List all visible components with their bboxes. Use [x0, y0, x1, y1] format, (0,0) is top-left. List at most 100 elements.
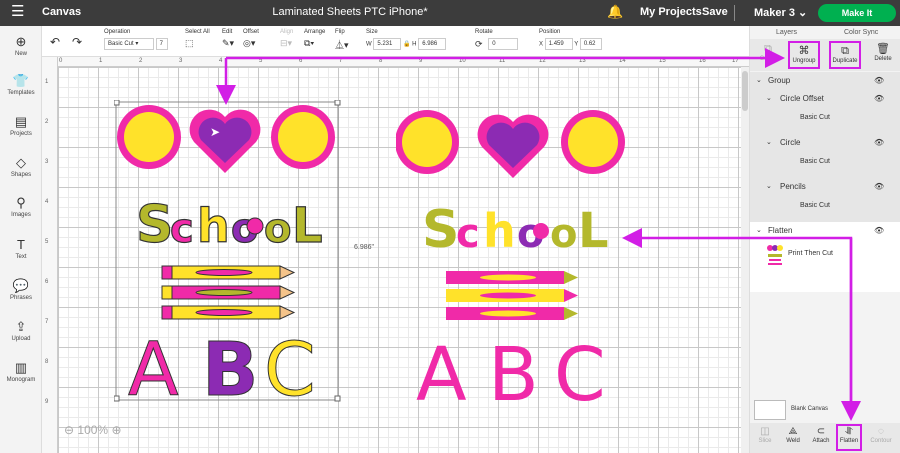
- ruler-tick: 1: [45, 79, 49, 85]
- school-design-group-selected[interactable]: S c h o o L A B C ➤: [114, 100, 342, 402]
- sidebar-item-text[interactable]: T Text: [0, 238, 42, 261]
- pencils: [161, 265, 296, 320]
- my-projects-link[interactable]: My Projects: [640, 6, 702, 18]
- redo-icon[interactable]: ↷: [72, 35, 82, 49]
- apple-icon: [246, 217, 264, 235]
- eye-icon[interactable]: 👁: [874, 182, 884, 191]
- action-label: Ungroup: [792, 58, 816, 64]
- layer-actions: ⧉ Group ⌘ Ungroup ⧉ Duplicate 🗑 Delete: [750, 39, 900, 71]
- layer-pencils[interactable]: Pencils: [780, 182, 806, 191]
- selection-handle: [334, 100, 341, 106]
- weld-icon: ⟁: [788, 426, 798, 437]
- y-input[interactable]: 0.62: [579, 38, 602, 50]
- layer-circle[interactable]: Circle: [780, 138, 800, 147]
- sidebar-item-label: Phrases: [9, 295, 32, 301]
- vertical-scrollbar[interactable]: [741, 67, 749, 453]
- eye-icon[interactable]: 👁: [874, 94, 884, 103]
- arrange-icon[interactable]: ⧉▾: [304, 38, 314, 49]
- undo-icon[interactable]: ↶: [50, 35, 60, 49]
- x-input[interactable]: 1.459: [544, 38, 573, 50]
- chevron-down-icon[interactable]: ⌄: [766, 182, 772, 190]
- ruler-tick: 9: [419, 58, 423, 64]
- layers-panel: Layers Color Sync ⧉ Group ⌘ Ungroup ⧉ Dupli…: [749, 26, 900, 453]
- chevron-down-icon[interactable]: ⌄: [766, 138, 772, 146]
- chevron-down-icon[interactable]: ⌄: [756, 226, 762, 234]
- zoom-out-icon[interactable]: ⊖: [64, 423, 74, 437]
- sidebar-item-images[interactable]: ⚲ Images: [0, 195, 42, 219]
- pen-icon[interactable]: ✎▾: [222, 38, 234, 49]
- layer-group[interactable]: Group: [768, 76, 790, 85]
- contour-button[interactable]: ◌ Contour: [868, 426, 894, 444]
- sidebar-item-templates[interactable]: 👕 Templates: [0, 74, 42, 97]
- duplicate-icon: ⧉: [841, 45, 849, 57]
- ungroup-button[interactable]: ⌘ Ungroup: [788, 41, 820, 69]
- layer-count: 7: [155, 38, 168, 50]
- select-all-group: Select All ⬚: [185, 29, 210, 49]
- sidebar-item-new[interactable]: ⊕ New: [0, 35, 42, 58]
- eye-icon[interactable]: 👁: [874, 138, 884, 147]
- eye-icon[interactable]: 👁: [874, 76, 884, 85]
- lightbulb-icon: ⚲: [16, 195, 26, 210]
- sidebar-item-projects[interactable]: ▤ Projects: [0, 115, 42, 138]
- school-design-flattened[interactable]: S c h o o L A B C: [396, 105, 626, 405]
- ruler-tick: 6: [299, 58, 303, 64]
- zoom-control: ⊖ 100% ⊕: [64, 423, 122, 437]
- make-it-button[interactable]: Make It: [818, 4, 896, 22]
- offset-icon[interactable]: ◎▾: [243, 38, 255, 49]
- sidebar-item-shapes[interactable]: ◇ Shapes: [0, 156, 42, 179]
- weld-button[interactable]: ⟁ Weld: [780, 426, 806, 444]
- machine-selector[interactable]: Maker 3 ⌄: [754, 6, 807, 19]
- rotate-input[interactable]: 0: [488, 38, 519, 50]
- tab-color-sync[interactable]: Color Sync: [844, 29, 878, 36]
- width-input[interactable]: 5.231: [373, 38, 402, 50]
- delete-button[interactable]: 🗑 Delete: [867, 41, 899, 69]
- scrollbar-thumb[interactable]: [742, 71, 748, 111]
- align-icon[interactable]: ⊟▾: [280, 38, 292, 49]
- zoom-in-icon[interactable]: ⊕: [111, 423, 121, 437]
- cursor-icon: ➤: [210, 125, 220, 139]
- duplicate-button[interactable]: ⧉ Duplicate: [829, 41, 861, 69]
- flip-icon[interactable]: ⏅▾: [335, 38, 349, 51]
- blank-canvas-swatch[interactable]: [754, 400, 786, 420]
- machine-name: Maker 3: [754, 7, 795, 19]
- tool-label: Attach: [812, 438, 830, 444]
- sidebar-item-upload[interactable]: ⇪ Upload: [0, 320, 42, 343]
- flatten-button[interactable]: ⥯ Flatten: [836, 424, 862, 451]
- w-label: W: [366, 41, 372, 48]
- ruler-tick: 17: [732, 58, 739, 64]
- bell-icon[interactable]: 🔔: [607, 4, 623, 20]
- height-readout: 6.986": [354, 244, 375, 251]
- trash-icon: 🗑: [876, 43, 890, 55]
- layer-operation: Basic Cut: [800, 202, 830, 209]
- select-all-icon[interactable]: ⬚: [185, 38, 194, 49]
- ruler-tick: 8: [45, 359, 49, 365]
- layer-circle-offset[interactable]: Circle Offset: [780, 94, 824, 103]
- lock-icon[interactable]: 🔒: [403, 42, 410, 48]
- sidebar-item-phrases[interactable]: 💬 Phrases: [0, 278, 42, 302]
- height-input[interactable]: 6.986: [418, 38, 447, 50]
- rotate-icon: ⟳: [475, 38, 483, 49]
- save-button[interactable]: Save: [702, 6, 728, 18]
- chevron-down-icon[interactable]: ⌄: [756, 76, 762, 84]
- attach-button[interactable]: ⊂ Attach: [808, 426, 834, 444]
- design-canvas[interactable]: 0 1 2 3 4 5 6 7 8 9 10 11 12 13 14 15 16…: [42, 57, 749, 453]
- sidebar-item-monogram[interactable]: ▥ Monogram: [0, 361, 42, 384]
- speech-bubble-icon: 💬: [12, 278, 30, 293]
- action-label: Duplicate: [832, 58, 858, 64]
- layer-flatten[interactable]: Flatten: [768, 226, 792, 235]
- operation-select[interactable]: Basic Cut ▾: [104, 38, 154, 50]
- school-letter: h: [483, 204, 516, 258]
- chevron-down-icon[interactable]: ⌄: [766, 94, 772, 102]
- panel-tabs: Layers Color Sync: [750, 26, 900, 39]
- eye-icon[interactable]: 👁: [874, 226, 884, 235]
- heart: [486, 122, 540, 168]
- ruler-tick: 3: [179, 58, 183, 64]
- slice-button[interactable]: ◫ Slice: [752, 426, 778, 444]
- top-ruler: 0 1 2 3 4 5 6 7 8 9 10 11 12 13 14 15 16…: [42, 57, 749, 67]
- tool-label: Flatten: [839, 438, 859, 444]
- school-letter: L: [578, 203, 609, 259]
- flatten-layer[interactable]: ⌄ Flatten 👁 Print Then Cut: [750, 222, 900, 292]
- abc-letter: A: [128, 327, 179, 402]
- group-button[interactable]: ⧉ Group: [752, 41, 784, 69]
- tab-layers[interactable]: Layers: [776, 29, 797, 36]
